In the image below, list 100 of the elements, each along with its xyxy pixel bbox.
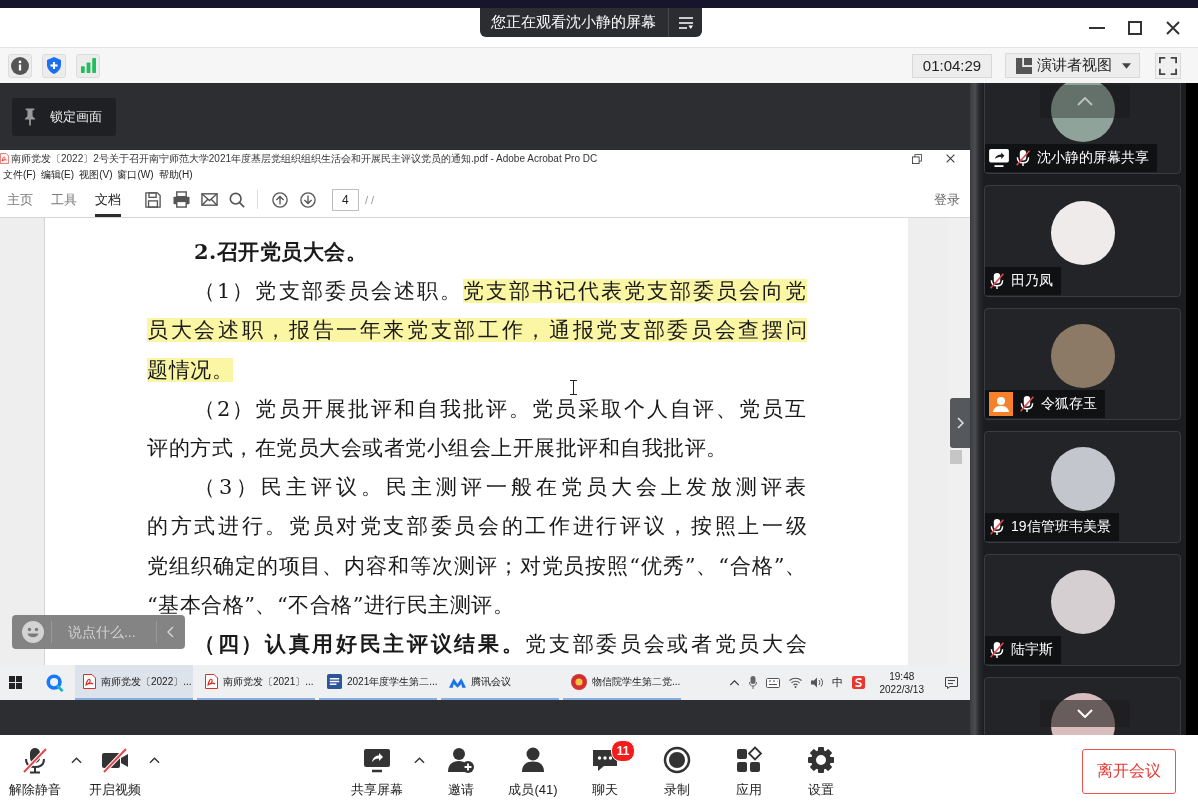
person-icon xyxy=(519,746,547,774)
view-dropdown[interactable]: 演讲者视图 xyxy=(1005,53,1140,78)
shield-icon xyxy=(47,57,61,74)
apps-button[interactable]: 应用 xyxy=(713,735,785,808)
app-tile-icon[interactable] xyxy=(851,676,865,689)
participant-tile[interactable]: 19信管班韦美景 xyxy=(984,431,1181,543)
menu-item[interactable]: 文件(F) xyxy=(3,167,36,182)
taskbar-button[interactable]: 南师党发〔2021〕... xyxy=(197,665,315,700)
tab[interactable]: 主页 xyxy=(7,182,33,217)
close-icon xyxy=(945,154,955,163)
participant-name: 沈小静的屏幕共享 xyxy=(1037,149,1149,167)
chevron-up-icon xyxy=(148,757,160,764)
record-icon xyxy=(663,746,691,774)
menu-item[interactable]: 编辑(E) xyxy=(40,167,75,182)
taskbar-button[interactable]: 物信院学生第二党... xyxy=(563,665,681,700)
share-screen-button[interactable]: 共享屏幕 xyxy=(341,735,413,808)
collapse-panel-button[interactable] xyxy=(950,398,970,448)
info-icon xyxy=(11,56,29,75)
input-method-indicator[interactable]: 中 xyxy=(831,665,843,700)
restore-icon xyxy=(912,153,922,164)
microphone-icon[interactable] xyxy=(748,676,757,689)
menu-item[interactable]: 视图(V) xyxy=(79,167,113,182)
participant-tile[interactable]: 令狐存玉 xyxy=(984,308,1181,420)
chevron-left-icon xyxy=(167,626,175,638)
menu-item[interactable]: 帮助(H) xyxy=(158,167,193,182)
fullscreen-icon xyxy=(1159,56,1177,75)
clock-time[interactable]: 19:48 xyxy=(889,669,915,683)
page-number-field[interactable]: 4 xyxy=(332,188,359,211)
record-button[interactable]: 录制 xyxy=(641,735,713,808)
keyboard-icon[interactable] xyxy=(765,677,780,688)
chevron-up-icon xyxy=(1077,97,1093,106)
taskbar-button[interactable]: 腾讯会议 xyxy=(441,665,559,700)
members-button[interactable]: 成员(41) xyxy=(497,735,569,808)
chevron-down-icon xyxy=(1077,709,1093,718)
chevron-right-icon xyxy=(956,417,964,429)
signal-icon xyxy=(80,58,96,73)
text-cursor-icon xyxy=(570,380,577,395)
minimize-icon xyxy=(1089,26,1105,29)
info-button[interactable] xyxy=(8,53,32,78)
menu-item[interactable]: 窗口(W) xyxy=(117,167,154,182)
lock-screen-button[interactable]: 锁定画面 xyxy=(12,98,116,136)
invite-button[interactable]: 邀请 xyxy=(425,735,497,808)
arrow-down-circle-icon xyxy=(300,191,316,208)
add-person-icon xyxy=(447,746,475,774)
settings-icon xyxy=(807,746,835,774)
participant-tile[interactable]: 陆宇斯 xyxy=(984,554,1181,666)
sign-in-link[interactable]: 登录 xyxy=(934,190,960,209)
chevron-up-icon xyxy=(70,757,82,764)
smiley-icon[interactable] xyxy=(22,621,44,643)
chat-input[interactable]: 说点什么... xyxy=(67,624,148,640)
pdf-file-icon xyxy=(83,674,96,689)
participant-tile[interactable]: 沈小静的屏幕共享 xyxy=(984,83,1181,174)
document-paragraph: （2）党员开展批评和自我批评。党员采取个人自评、党员互 评的方式，在党员大会或者党小组会上开展批评和自我批评。 xyxy=(147,397,807,459)
document-paragraph: （3）民主评议。民主测评一般在党员大会上发放测评表 的方式进行。党员对党支部委员会的工作进行评议，按照上一级 党组织确定的项目、内容和等次测评；对党员按照“优秀”、“合格”、 “基本合格”、“不合格”进行民主测评。 xyxy=(147,476,807,616)
search-icon xyxy=(229,191,245,208)
notification-icon[interactable] xyxy=(945,676,958,689)
participant-name: 田乃凤 xyxy=(1011,272,1053,290)
fullscreen-button[interactable] xyxy=(1155,52,1181,79)
maximize-icon xyxy=(1128,20,1142,35)
participant-name: 19信管班韦美景 xyxy=(1011,518,1111,536)
security-button[interactable] xyxy=(42,53,66,78)
window-title: 南师党发〔2022〕2号关于召开南宁师范大学2021年度基层党组织组织生活会和开展民主评议党员的通知.pdf - Adobe Acrobat Pro DC xyxy=(11,151,598,166)
document-icon xyxy=(327,674,342,689)
unread-count-badge: 11 xyxy=(611,740,635,762)
settings-button[interactable]: 设置 xyxy=(785,735,857,808)
print-icon xyxy=(172,191,190,208)
participant-name: 陆宇斯 xyxy=(1011,641,1053,659)
wifi-icon[interactable] xyxy=(788,677,802,688)
document-paragraph: （四）认真用好民主评议结果。党支部委员会或者党员大会 xyxy=(194,632,807,655)
windows-logo-icon xyxy=(8,676,22,689)
microphone-button[interactable]: 解除静音 xyxy=(0,735,70,808)
layout-icon xyxy=(1016,57,1032,74)
chevron-up-icon xyxy=(728,679,740,686)
close-icon xyxy=(1166,20,1180,35)
chevron-up-icon xyxy=(413,757,425,764)
section-heading: 2.召开党员大会。 xyxy=(194,241,369,263)
menu-icon xyxy=(678,16,693,29)
participant-tile[interactable]: 田乃凤 xyxy=(984,185,1181,297)
leave-meeting-button[interactable]: 离开会议 xyxy=(1082,749,1176,794)
arrow-up-circle-icon xyxy=(272,191,288,208)
chat-button[interactable]: 聊天 11 xyxy=(569,735,641,808)
meeting-timer: 01:04:29 xyxy=(912,53,992,78)
taskbar-button[interactable]: 南师党发〔2022〕... xyxy=(75,665,193,700)
scroll-up-button[interactable] xyxy=(1040,85,1130,118)
camera-button[interactable]: 开启视频 xyxy=(82,735,148,808)
tab[interactable]: 工具 xyxy=(51,182,77,217)
clock-date[interactable]: 2022/3/13 xyxy=(879,682,924,696)
page-total: / / xyxy=(365,193,375,206)
mail-icon xyxy=(200,191,218,208)
screen-share-icon xyxy=(363,746,391,774)
scrollbar-thumb[interactable] xyxy=(950,450,962,464)
apps-icon xyxy=(735,746,763,774)
banner-text: 您正在观看沈小静的屏幕 xyxy=(490,13,657,32)
participant-name: 令狐存玉 xyxy=(1041,395,1097,413)
caret-down-icon xyxy=(1122,62,1131,69)
save-icon xyxy=(145,191,161,208)
speaker-icon[interactable] xyxy=(810,677,823,688)
pin-icon xyxy=(24,108,36,126)
taskbar-button[interactable]: 2021年度学生第二... xyxy=(319,665,437,700)
disc-icon xyxy=(571,673,587,690)
